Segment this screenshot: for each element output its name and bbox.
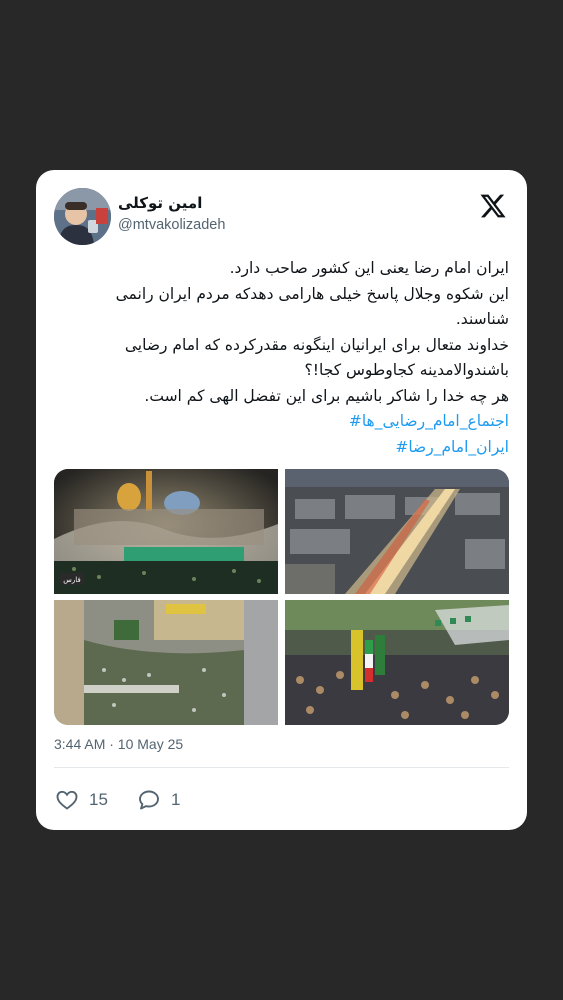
like-count: 15 [89, 790, 108, 809]
tweet-line: هر چه خدا را شاکر باشیم برای این تفضل ال… [144, 386, 509, 405]
heart-icon [56, 790, 78, 810]
crowd-flags-photo[interactable] [285, 600, 509, 725]
avatar-image [54, 188, 111, 245]
tweet-text: ایران امام رضا یعنی این کشور صاحب دارد. … [54, 256, 509, 460]
tweet-timestamp[interactable]: 3:44 AM · 10 May 25 [54, 736, 183, 752]
tweet-line: باشندوالامدینه کجاوطوس کجا!؟ [304, 361, 509, 379]
street-aerial-night-photo[interactable] [285, 469, 509, 594]
reply-bubble-icon [139, 790, 159, 810]
tweet-card: امین توکلی @mtvakolizadeh ایران امام رضا… [36, 170, 527, 830]
divider [54, 767, 509, 768]
media-grid: فارس [54, 469, 509, 725]
avatar[interactable] [54, 188, 111, 245]
author-handle[interactable]: @mtvakolizadeh [118, 217, 225, 233]
tweet-line: ایران امام رضا یعنی این کشور صاحب دارد. [229, 259, 509, 277]
like-button[interactable]: 15 [55, 788, 108, 812]
tweet-line: خداوند متعال برای ایرانیان اینگونه مقدرک… [124, 335, 509, 354]
hashtag-link[interactable]: ایران_امام_رضا# [395, 438, 509, 456]
crowd-aerial-day-photo[interactable] [54, 600, 278, 725]
photo-watermark: فارس [63, 576, 80, 584]
hashtag-link[interactable]: اجتماع_امام_رضایی_ها# [349, 412, 509, 430]
tweet-line: این شکوه وجلال پاسخ خیلی هارامی دهدکه مر… [115, 284, 509, 303]
author-display-name[interactable]: امین توکلی [118, 194, 202, 212]
reply-button[interactable]: 1 [137, 788, 180, 812]
shrine-night-photo[interactable]: فارس [54, 469, 278, 594]
reply-count: 1 [171, 790, 181, 809]
x-logo-icon[interactable] [479, 192, 507, 220]
tweet-line: شناسند. [455, 310, 509, 328]
